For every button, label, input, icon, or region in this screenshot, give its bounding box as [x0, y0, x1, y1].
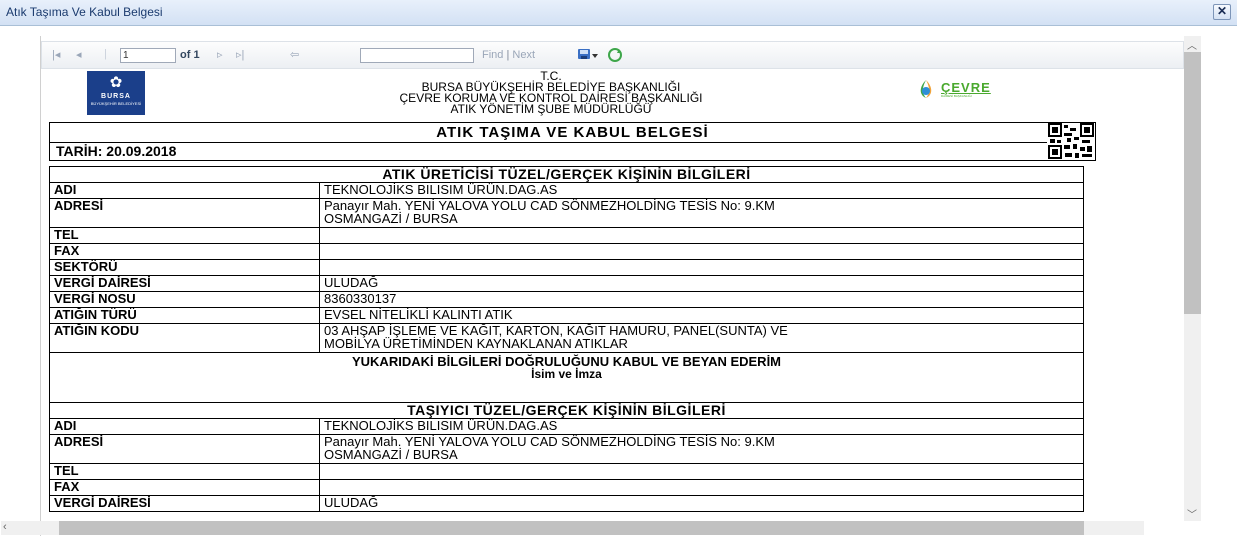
- table-row: VERGİ NOSU 8360330137: [49, 291, 1084, 308]
- carrier-tel-value: [319, 463, 1084, 480]
- document-header: T.C. BURSA BÜYÜKŞEHİR BELEDİYE BAŞKANLIĞ…: [291, 70, 811, 116]
- table-row: ATIĞIN TÜRÜ EVSEL NİTELİKLİ KALINTI ATIK: [49, 307, 1084, 324]
- producer-atik-kodu-value: 03 AHŞAP İŞLEME VE KAĞIT, KARTON, KAĞIT …: [319, 323, 1084, 353]
- producer-section-header: ATIK ÜRETİCİSİ TÜZEL/GERÇEK KİŞİNİN BİLG…: [49, 166, 1084, 183]
- page-count-label: of 1: [180, 49, 200, 61]
- toolbar-divider: |: [104, 48, 107, 60]
- producer-atik-kodu-line-2: MOBİLYA ÜRETİMİNDEN KAYNAKLANAN ATIKLAR: [324, 336, 628, 351]
- producer-vergi-no-value: 8360330137: [319, 291, 1084, 308]
- document-date: TARİH: 20.09.2018: [56, 143, 177, 159]
- producer-adi-value: TEKNOLOJİKS BILISIM ÜRÜN.DAG.AS: [319, 182, 1084, 199]
- carrier-adres-value: Panayır Mah. YENİ YALOVA YOLU CAD SÖNMEZ…: [319, 434, 1084, 464]
- producer-section-title: ATIK ÜRETİCİSİ TÜZEL/GERÇEK KİŞİNİN BİLG…: [49, 166, 1084, 183]
- producer-adres-line-2: OSMANGAZİ / BURSA: [324, 211, 458, 226]
- bursa-logo-word: BURSA: [101, 93, 131, 100]
- close-button[interactable]: ✕: [1213, 4, 1231, 20]
- carrier-adi-label: ADI: [49, 418, 320, 435]
- producer-fax-label: FAX: [49, 243, 320, 260]
- table-row: FAX: [49, 243, 1084, 260]
- scroll-down-icon[interactable]: ﹀: [1187, 506, 1197, 521]
- producer-fax-value: [319, 243, 1084, 260]
- table-row: ATIĞIN KODU 03 AHŞAP İŞLEME VE KAĞIT, KA…: [49, 323, 1084, 353]
- signature-label: İsim ve İmza: [531, 367, 602, 381]
- table-row: ADI TEKNOLOJİKS BILISIM ÜRÜN.DAG.AS: [49, 182, 1084, 199]
- producer-tel-label: TEL: [49, 227, 320, 244]
- window-titlebar: Atık Taşıma Ve Kabul Belgesi ✕: [0, 0, 1237, 26]
- horizontal-scroll-thumb[interactable]: [59, 521, 1084, 535]
- producer-atik-turu-label: ATIĞIN TÜRÜ: [49, 307, 320, 324]
- producer-sektor-label: SEKTÖRÜ: [49, 259, 320, 276]
- carrier-tel-label: TEL: [49, 463, 320, 480]
- table-row: ADRESİ Panayır Mah. YENİ YALOVA YOLU CAD…: [49, 198, 1084, 228]
- horizontal-scrollbar[interactable]: ‹: [1, 521, 1144, 535]
- report-viewer: |◂ ◂ | of 1 ▹ ▹| ⇦ Find | Next ✿ BURSA B…: [1, 36, 1201, 536]
- carrier-adi-value: TEKNOLOJİKS BILISIM ÜRÜN.DAG.AS: [319, 418, 1084, 435]
- producer-vergi-dairesi-value: ULUDAĞ: [319, 275, 1084, 292]
- producer-tel-value: [319, 227, 1084, 244]
- carrier-fax-label: FAX: [49, 479, 320, 496]
- page-number-input[interactable]: [120, 48, 176, 63]
- next-page-icon[interactable]: ▹: [217, 48, 223, 61]
- last-page-icon[interactable]: ▹|: [236, 48, 244, 61]
- qr-code-icon: [1047, 123, 1095, 160]
- carrier-section-title: TAŞIYICI TÜZEL/GERÇEK KİŞİNİN BİLGİLERİ: [49, 402, 1084, 419]
- report-toolbar: |◂ ◂ | of 1 ▹ ▹| ⇦ Find | Next: [41, 41, 1184, 69]
- table-row: TEL: [49, 227, 1084, 244]
- scroll-up-icon[interactable]: ︿: [1187, 37, 1197, 52]
- back-icon[interactable]: ⇦: [290, 48, 299, 61]
- producer-vergi-dairesi-label: VERGİ DAİRESİ: [49, 275, 320, 292]
- producer-adres-value: Panayır Mah. YENİ YALOVA YOLU CAD SÖNMEZ…: [319, 198, 1084, 228]
- producer-vergi-no-label: VERGİ NOSU: [49, 291, 320, 308]
- vertical-scroll-thumb[interactable]: [1184, 52, 1201, 314]
- document-title: ATIK TAŞIMA VE KABUL BELGESİ: [50, 123, 1095, 143]
- first-page-icon[interactable]: |◂: [52, 48, 60, 61]
- scroll-left-icon[interactable]: ‹: [3, 521, 7, 533]
- export-icon[interactable]: [577, 46, 599, 63]
- table-row: VERGİ DAİRESİ ULUDAĞ: [49, 495, 1084, 512]
- bursa-emblem-icon: ✿: [109, 74, 123, 91]
- table-row: VERGİ DAİRESİ ULUDAĞ: [49, 275, 1084, 292]
- prev-page-icon[interactable]: ◂: [76, 48, 82, 61]
- find-input[interactable]: [360, 48, 474, 63]
- find-link[interactable]: Find: [482, 49, 503, 61]
- refresh-icon[interactable]: [607, 47, 623, 63]
- producer-sektor-value: [319, 259, 1084, 276]
- leaf-drop-icon: [920, 80, 932, 98]
- find-separator: |: [506, 49, 510, 61]
- vertical-scrollbar[interactable]: ︿ ﹀: [1184, 36, 1201, 521]
- carrier-adres-label: ADRESİ: [49, 434, 320, 464]
- producer-adres-label: ADRESİ: [49, 198, 320, 228]
- cevre-logo-word: ÇEVRE: [941, 80, 991, 95]
- producer-atik-kodu-label: ATIĞIN KODU: [49, 323, 320, 353]
- cevre-logo-sub: DAİRESİ BAŞKANLIĞI: [941, 94, 972, 98]
- carrier-vergi-dairesi-value: ULUDAĞ: [319, 495, 1084, 512]
- table-row: ADRESİ Panayır Mah. YENİ YALOVA YOLU CAD…: [49, 434, 1084, 464]
- table-row: SEKTÖRÜ: [49, 259, 1084, 276]
- report-document: ✿ BURSA BÜYÜKŞEHİR BELEDİYESİ T.C. BURSA…: [45, 68, 1140, 521]
- header-line-4: ATIK YÖNETİM ŞUBE MÜDÜRLÜĞÜ: [450, 102, 652, 116]
- producer-atik-turu-value: EVSEL NİTELİKLİ KALINTI ATIK: [319, 307, 1084, 324]
- carrier-section-header: TAŞIYICI TÜZEL/GERÇEK KİŞİNİN BİLGİLERİ: [49, 402, 1084, 419]
- carrier-fax-value: [319, 479, 1084, 496]
- document-title-box: ATIK TAŞIMA VE KABUL BELGESİ TARİH: 20.0…: [49, 122, 1096, 161]
- window-title: Atık Taşıma Ve Kabul Belgesi: [6, 5, 163, 19]
- producer-adi-label: ADI: [49, 182, 320, 199]
- declaration-cell: YUKARIDAKİ BİLGİLERİ DOĞRULUĞUNU KABUL V…: [49, 352, 1084, 403]
- carrier-vergi-dairesi-label: VERGİ DAİRESİ: [49, 495, 320, 512]
- next-link[interactable]: Next: [512, 49, 535, 61]
- bursa-logo-sub: BÜYÜKŞEHİR BELEDİYESİ: [90, 101, 142, 106]
- table-row: ADI TEKNOLOJİKS BILISIM ÜRÜN.DAG.AS: [49, 418, 1084, 435]
- carrier-adres-line-2: OSMANGAZİ / BURSA: [324, 447, 458, 462]
- find-controls: Find | Next: [482, 49, 535, 61]
- table-row: FAX: [49, 479, 1084, 496]
- declaration-row: YUKARIDAKİ BİLGİLERİ DOĞRULUĞUNU KABUL V…: [49, 352, 1084, 403]
- info-table: ATIK ÜRETİCİSİ TÜZEL/GERÇEK KİŞİNİN BİLG…: [49, 166, 1084, 512]
- cevre-logo: ÇEVRE DAİRESİ BAŞKANLIĞI: [915, 78, 1025, 100]
- bursa-logo: ✿ BURSA BÜYÜKŞEHİR BELEDİYESİ: [87, 71, 145, 115]
- table-row: TEL: [49, 463, 1084, 480]
